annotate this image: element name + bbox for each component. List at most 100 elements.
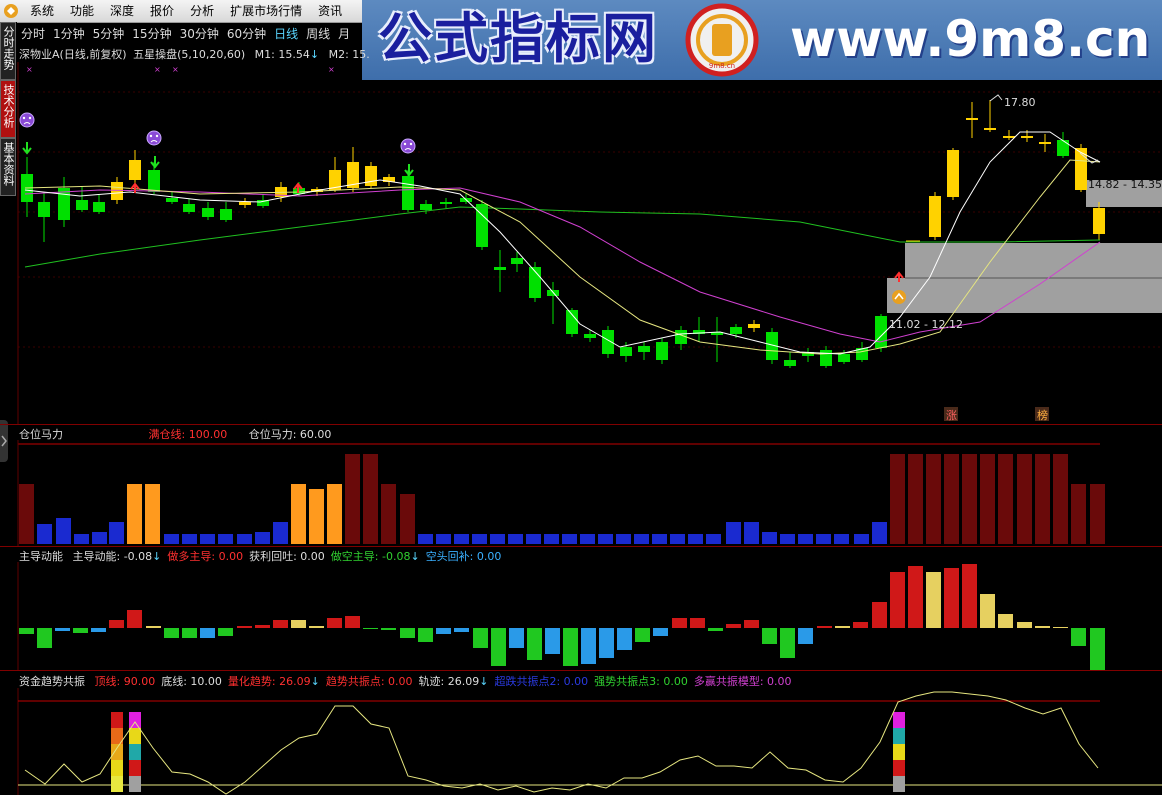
momentum-bar — [164, 628, 179, 638]
position-bar — [454, 534, 469, 544]
candle-body — [748, 324, 760, 328]
mark-x: × — [328, 65, 335, 74]
candle-body — [239, 202, 251, 205]
candlestick-chart[interactable]: × × × × 17.80 14.82 - 14.35 11.02 - 12.1… — [0, 62, 1162, 424]
candle — [93, 195, 105, 214]
momentum-bar — [363, 628, 378, 629]
position-bar — [652, 534, 667, 544]
position-bar — [616, 534, 631, 544]
down-arrow-icon: ↓ — [310, 675, 320, 688]
period-tab-monthly[interactable]: 月 — [334, 25, 354, 42]
panel-divider — [0, 670, 1162, 671]
momentum-bar — [1017, 622, 1032, 628]
period-tab-daily[interactable]: 日线 — [270, 25, 302, 42]
candle-body — [111, 182, 123, 200]
momentum-bar — [400, 628, 415, 638]
position-bar — [291, 484, 306, 544]
period-tab-15min[interactable]: 15分钟 — [128, 25, 175, 42]
momentum-bar — [708, 628, 723, 631]
candle-body — [1021, 136, 1033, 138]
momentum-bar — [454, 628, 469, 632]
momentum-bar — [980, 594, 995, 628]
period-tab-30min[interactable]: 30分钟 — [176, 25, 223, 42]
momentum-bar — [890, 572, 905, 628]
candle-body — [730, 327, 742, 334]
momentum-bar — [835, 626, 850, 628]
momentum-histogram[interactable] — [0, 562, 1162, 670]
candle-body — [220, 209, 232, 220]
panel3-item: 底线: 10.00 — [161, 675, 222, 688]
sad-face-icon — [400, 138, 416, 154]
period-tab-intraday[interactable]: 分时 — [17, 25, 49, 42]
position-bar — [762, 532, 777, 544]
position-power-histogram[interactable] — [0, 440, 1162, 546]
menu-item-quote[interactable]: 报价 — [142, 0, 182, 22]
momentum-bar — [291, 620, 306, 628]
period-tab-1min[interactable]: 1分钟 — [49, 25, 89, 42]
menu-bar: 系统 功能 深度 报价 分析 扩展市场行情 资讯 — [0, 0, 362, 23]
candle-body — [183, 204, 195, 212]
period-tab-60min[interactable]: 60分钟 — [223, 25, 270, 42]
candle-body — [1093, 208, 1105, 234]
period-tab-weekly[interactable]: 周线 — [302, 25, 334, 42]
buy-arrow-icon — [130, 182, 140, 193]
panel3-item-text: 强势共振点3: 0.00 — [594, 675, 688, 688]
candle-body — [966, 118, 978, 120]
position-bar — [1017, 454, 1032, 544]
momentum-bar — [491, 628, 506, 666]
candle-body — [1003, 136, 1015, 138]
candle-body — [1039, 142, 1051, 144]
m2-value: M2: 15. — [328, 48, 370, 61]
period-tab-5min[interactable]: 5分钟 — [89, 25, 129, 42]
panel3-item: 趋势共振点: 0.00 — [326, 675, 413, 688]
position-bar — [834, 534, 849, 544]
candle — [820, 346, 832, 368]
momentum-bar — [653, 628, 668, 636]
position-bar — [526, 534, 541, 544]
momentum-bar — [545, 628, 560, 654]
position-bar — [164, 534, 179, 544]
menu-item-function[interactable]: 功能 — [62, 0, 102, 22]
candle-body — [1057, 140, 1069, 156]
momentum-bar — [744, 620, 759, 628]
menu-item-depth[interactable]: 深度 — [102, 0, 142, 22]
momentum-bar — [853, 622, 868, 628]
position-bar — [598, 534, 613, 544]
position-bar — [127, 484, 142, 544]
momentum-bar — [817, 626, 832, 628]
position-bar — [200, 534, 215, 544]
menu-item-extended-market[interactable]: 扩展市场行情 — [222, 0, 310, 22]
position-bar — [962, 454, 977, 544]
momentum-bar — [726, 624, 741, 628]
position-bar — [19, 484, 34, 544]
momentum-bar — [182, 628, 197, 638]
position-bar — [218, 534, 233, 544]
momentum-bar — [926, 572, 941, 628]
panel-divider — [0, 546, 1162, 547]
resistance-zone-label: 14.82 - 14.35 — [1088, 178, 1162, 191]
position-bar — [634, 534, 649, 544]
position-bars — [19, 454, 1105, 544]
mark-x: × — [172, 65, 179, 74]
candle-body — [584, 334, 596, 338]
panel3-item: 超跌共振点2: 0.00 — [494, 675, 588, 688]
position-bar — [872, 522, 887, 544]
panel3-item-text: 底线: 10.00 — [161, 675, 222, 688]
candle — [239, 198, 251, 208]
candle — [365, 162, 377, 188]
candle — [656, 338, 668, 364]
position-bar — [182, 534, 197, 544]
menu-item-info[interactable]: 资讯 — [310, 0, 350, 22]
resonance-stack — [893, 712, 905, 792]
redaction-block — [291, 369, 871, 424]
momentum-bar — [237, 626, 252, 628]
candle-body — [511, 258, 523, 264]
position-bar — [418, 534, 433, 544]
fund-trend-resonance-chart[interactable] — [0, 688, 1162, 795]
mark-x: × — [154, 65, 161, 74]
position-bar — [744, 522, 759, 544]
menu-item-system[interactable]: 系统 — [22, 0, 62, 22]
menu-item-analysis[interactable]: 分析 — [182, 0, 222, 22]
sad-face-icon — [19, 112, 35, 128]
momentum-bar — [19, 628, 34, 634]
